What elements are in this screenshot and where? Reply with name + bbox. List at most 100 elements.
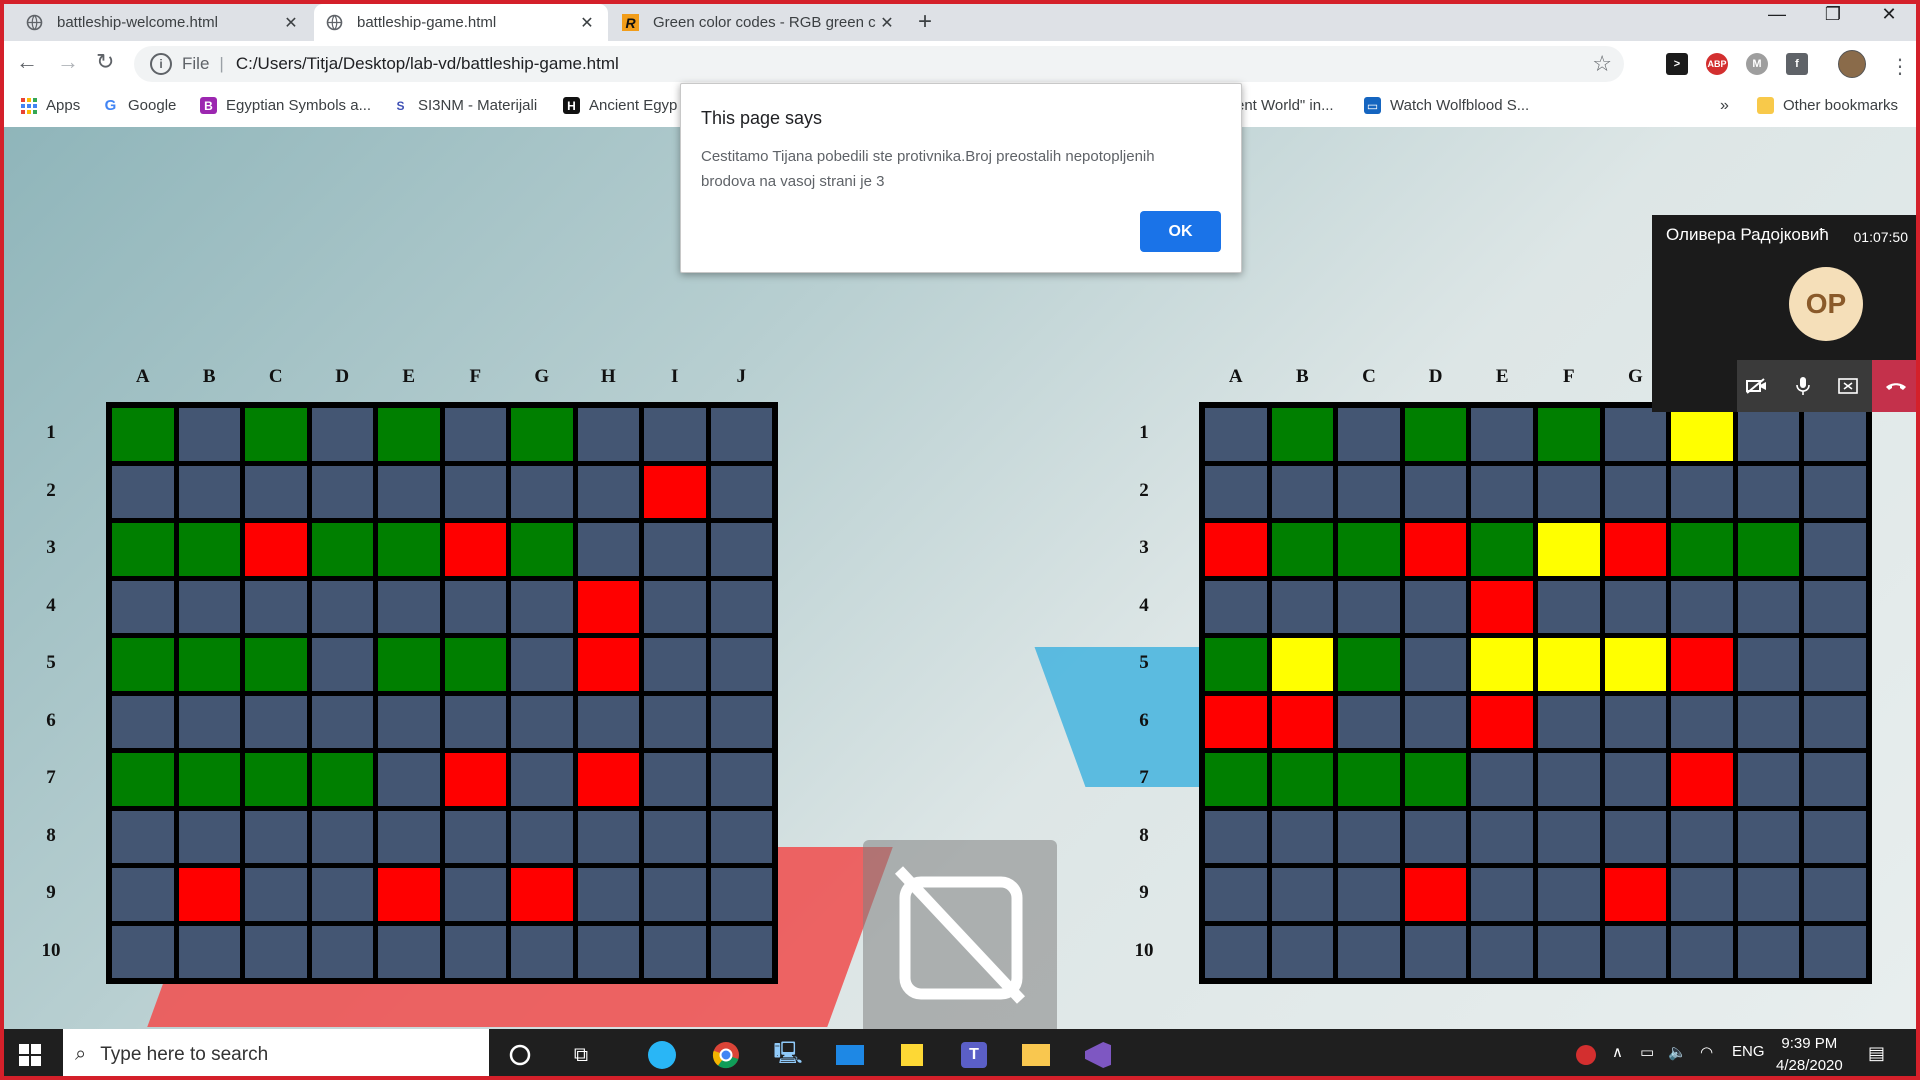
player-board-cell-A8[interactable]: [112, 810, 174, 863]
bookmark-ancient-egypt[interactable]: H Ancient Egyp: [563, 97, 677, 114]
player-board-cell-D1[interactable]: [311, 408, 373, 461]
opponent-board-cell-D4[interactable]: [1404, 580, 1467, 633]
opponent-board-cell-F1[interactable]: [1538, 408, 1600, 461]
player-board-cell-C7[interactable]: [245, 753, 307, 806]
opponent-board-cell-G1[interactable]: [1604, 408, 1667, 461]
opponent-board-cell-D6[interactable]: [1404, 695, 1467, 748]
opponent-board-cell-G7[interactable]: [1604, 753, 1667, 806]
opponent-board-cell-F4[interactable]: [1538, 580, 1600, 633]
opponent-board-cell-B7[interactable]: [1271, 753, 1334, 806]
opponent-board-cell-J10[interactable]: [1804, 925, 1866, 978]
language-indicator[interactable]: ENG: [1732, 1043, 1765, 1060]
player-board-cell-F6[interactable]: [444, 695, 506, 748]
player-board-cell-F3[interactable]: [444, 523, 506, 576]
opponent-board-cell-D9[interactable]: [1404, 868, 1467, 921]
opponent-board-cell-G10[interactable]: [1604, 925, 1667, 978]
opponent-board-cell-B8[interactable]: [1271, 810, 1334, 863]
task-view-icon[interactable]: ⧉: [565, 1039, 597, 1071]
opponent-board-cell-B2[interactable]: [1271, 465, 1334, 518]
player-board-cell-B2[interactable]: [178, 465, 240, 518]
opponent-board-cell-D5[interactable]: [1404, 638, 1467, 691]
player-board-cell-J8[interactable]: [710, 810, 772, 863]
opponent-board-cell-A5[interactable]: [1205, 638, 1267, 691]
opponent-board-cell-I1[interactable]: [1737, 408, 1800, 461]
close-window-button[interactable]: ✕: [1866, 4, 1912, 25]
player-board-cell-C3[interactable]: [245, 523, 307, 576]
opponent-board-cell-G4[interactable]: [1604, 580, 1667, 633]
tab-battleship-welcome[interactable]: battleship-welcome.html ✕: [14, 4, 312, 41]
player-board-cell-D5[interactable]: [311, 638, 373, 691]
player-board-cell-G10[interactable]: [511, 925, 573, 978]
player-board-cell-H4[interactable]: [577, 580, 639, 633]
opponent-board-cell-H8[interactable]: [1671, 810, 1733, 863]
player-board-cell-B7[interactable]: [178, 753, 240, 806]
player-board-cell-E5[interactable]: [378, 638, 440, 691]
opponent-board-cell-A4[interactable]: [1205, 580, 1267, 633]
opponent-board-cell-F8[interactable]: [1538, 810, 1600, 863]
opponent-board-cell-A2[interactable]: [1205, 465, 1267, 518]
player-board-cell-B6[interactable]: [178, 695, 240, 748]
facebook-icon[interactable]: f: [1786, 53, 1808, 75]
computer-icon[interactable]: 🖳: [772, 1039, 804, 1071]
close-icon[interactable]: ✕: [878, 13, 896, 33]
bookmark-egyptian-symbols[interactable]: B Egyptian Symbols a...: [200, 97, 371, 114]
player-board-cell-D10[interactable]: [311, 925, 373, 978]
opponent-board-cell-F6[interactable]: [1538, 695, 1600, 748]
security-tray-icon[interactable]: [1570, 1039, 1602, 1071]
player-board-cell-J6[interactable]: [710, 695, 772, 748]
chevron-up-icon[interactable]: ∧: [1612, 1043, 1623, 1061]
opponent-board-cell-H4[interactable]: [1671, 580, 1733, 633]
close-icon[interactable]: ✕: [282, 13, 300, 33]
opponent-board-cell-A9[interactable]: [1205, 868, 1267, 921]
player-board-cell-I5[interactable]: [644, 638, 706, 691]
player-board-cell-H10[interactable]: [577, 925, 639, 978]
player-board-cell-A2[interactable]: [112, 465, 174, 518]
player-board-cell-H3[interactable]: [577, 523, 639, 576]
player-board-cell-B9[interactable]: [178, 868, 240, 921]
player-board-cell-G3[interactable]: [511, 523, 573, 576]
player-board-cell-E7[interactable]: [378, 753, 440, 806]
player-board-cell-E6[interactable]: [378, 695, 440, 748]
opponent-board-cell-D10[interactable]: [1404, 925, 1467, 978]
player-board-cell-G9[interactable]: [511, 868, 573, 921]
player-board-cell-I1[interactable]: [644, 408, 706, 461]
opponent-board-cell-J7[interactable]: [1804, 753, 1866, 806]
opponent-board-cell-C4[interactable]: [1338, 580, 1400, 633]
player-board-cell-J5[interactable]: [710, 638, 772, 691]
opponent-board-cell-C8[interactable]: [1338, 810, 1400, 863]
back-arrow-icon[interactable]: ←: [16, 49, 38, 75]
battery-icon[interactable]: ▭: [1640, 1043, 1654, 1061]
ok-button[interactable]: OK: [1140, 211, 1221, 252]
opponent-board-cell-D8[interactable]: [1404, 810, 1467, 863]
opponent-board-cell-I4[interactable]: [1737, 580, 1800, 633]
opponent-board-cell-B3[interactable]: [1271, 523, 1334, 576]
player-board-cell-F4[interactable]: [444, 580, 506, 633]
player-board-cell-A10[interactable]: [112, 925, 174, 978]
player-board-cell-F9[interactable]: [444, 868, 506, 921]
opponent-board-cell-I7[interactable]: [1737, 753, 1800, 806]
opponent-board-cell-B4[interactable]: [1271, 580, 1334, 633]
player-board-cell-H1[interactable]: [577, 408, 639, 461]
player-board-cell-I8[interactable]: [644, 810, 706, 863]
opponent-board-cell-H10[interactable]: [1671, 925, 1733, 978]
player-board-cell-I7[interactable]: [644, 753, 706, 806]
opponent-board-cell-E10[interactable]: [1471, 925, 1533, 978]
star-icon[interactable]: ☆: [1592, 51, 1612, 77]
player-board-cell-G7[interactable]: [511, 753, 573, 806]
player-board-cell-C6[interactable]: [245, 695, 307, 748]
cortana-icon[interactable]: [504, 1039, 536, 1071]
opponent-board-cell-A8[interactable]: [1205, 810, 1267, 863]
player-board-cell-I6[interactable]: [644, 695, 706, 748]
player-board-cell-F2[interactable]: [444, 465, 506, 518]
app-icon[interactable]: [646, 1039, 678, 1071]
windows-start-icon[interactable]: [14, 1039, 46, 1071]
player-board-cell-F10[interactable]: [444, 925, 506, 978]
player-board-cell-B8[interactable]: [178, 810, 240, 863]
url-text[interactable]: C:/Users/Titja/Desktop/lab-vd/battleship…: [236, 54, 619, 74]
opponent-board-cell-D2[interactable]: [1404, 465, 1467, 518]
player-board-cell-F8[interactable]: [444, 810, 506, 863]
player-board-cell-E4[interactable]: [378, 580, 440, 633]
bookmark-si3nm[interactable]: S SI3NM - Materijali: [392, 97, 537, 114]
bookmark-apps[interactable]: Apps: [20, 97, 80, 114]
sticky-notes-icon[interactable]: [896, 1039, 928, 1071]
